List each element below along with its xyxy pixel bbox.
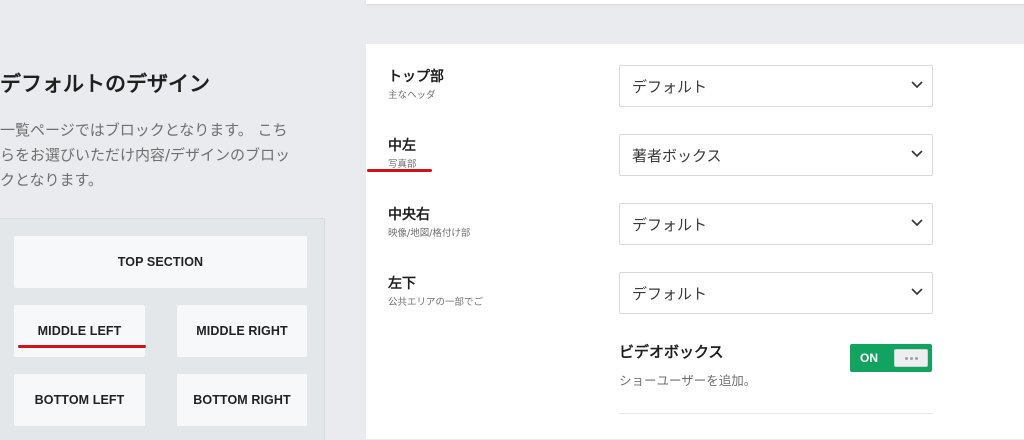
select-value: デフォルト <box>632 78 708 96</box>
video-box-description: ショーユーザーを追加。 <box>619 373 757 388</box>
middle-right-select[interactable]: デフォルト <box>619 203 933 245</box>
top-section-select[interactable]: デフォルト <box>619 65 933 107</box>
row-sub-bottom-left: 公共エリアの一部でご <box>388 297 484 308</box>
layout-diagram: TOP SECTION MIDDLE LEFT MIDDLE RIGHT BOT… <box>0 218 325 440</box>
highlight-underline <box>18 345 146 348</box>
bottom-left-select[interactable]: デフォルト <box>619 272 933 314</box>
chevron-down-icon <box>911 150 923 158</box>
divider <box>619 413 933 414</box>
section-title: デフォルトのデザイン <box>0 72 210 96</box>
row-sub-top: 主なヘッダ <box>388 90 436 101</box>
row-label-top: トップ部 <box>388 69 444 85</box>
select-value: デフォルト <box>632 216 708 234</box>
block-middle-left: MIDDLE LEFT <box>14 305 145 357</box>
middle-left-select[interactable]: 著者ボックス <box>619 134 933 176</box>
block-bottom-left: BOTTOM LEFT <box>14 374 145 426</box>
description-line: 一覧ページではブロックとなります。 こち <box>0 121 288 139</box>
chevron-down-icon <box>911 81 923 89</box>
row-sub-middle-left: 写真部 <box>388 159 417 170</box>
row-sub-middle-right: 映像/地図/格付け部 <box>388 228 471 239</box>
block-top-section: TOP SECTION <box>14 236 307 288</box>
row-label-middle-left: 中左 <box>388 138 416 154</box>
highlight-underline <box>367 169 432 172</box>
chevron-down-icon <box>911 219 923 227</box>
block-bottom-right: BOTTOM RIGHT <box>177 374 307 426</box>
chevron-down-icon <box>911 288 923 296</box>
settings-card: トップ部 主なヘッダ デフォルト 中左 写真部 著者ボックス 中央右 映像/地図… <box>366 44 1024 439</box>
row-label-middle-right: 中央右 <box>388 207 430 223</box>
section-description: 一覧ページではブロックとなります。 こち らをお選びいただけ内容/デザインのブロ… <box>0 118 330 193</box>
video-box-title: ビデオボックス <box>619 343 724 361</box>
select-value: デフォルト <box>632 285 708 303</box>
video-box-toggle[interactable]: ON <box>850 344 932 372</box>
row-label-bottom-left: 左下 <box>388 276 416 292</box>
previous-card-edge <box>366 0 1024 4</box>
toggle-on-label: ON <box>860 351 878 365</box>
toggle-knob[interactable] <box>894 349 928 367</box>
description-line: クとなります。 <box>0 171 104 189</box>
select-value: 著者ボックス <box>632 147 722 165</box>
block-middle-right: MIDDLE RIGHT <box>177 305 307 357</box>
description-line: らをお選びいただけ内容/デザインのブロッ <box>0 146 291 164</box>
